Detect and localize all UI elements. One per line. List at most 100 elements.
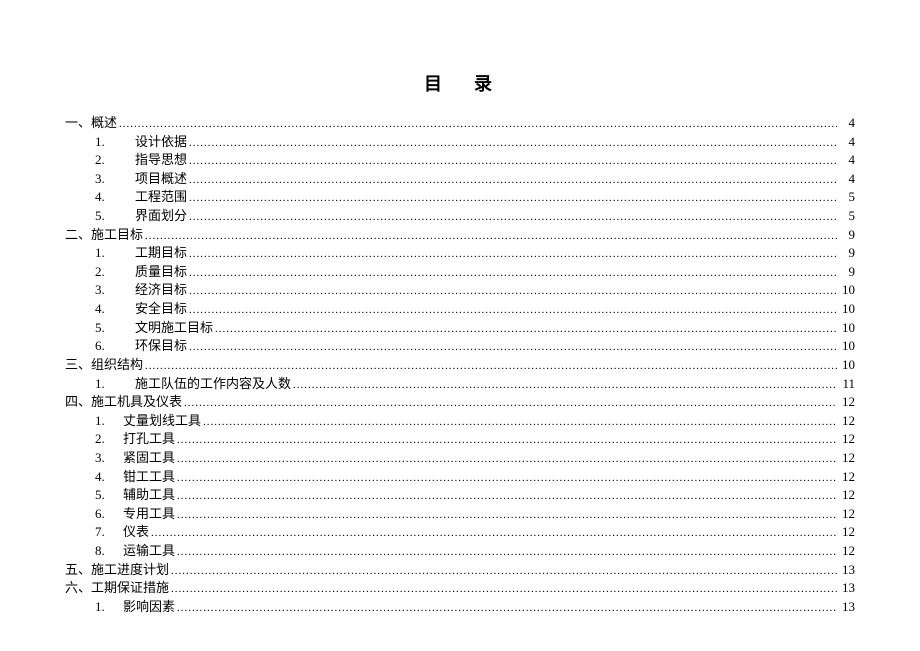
toc-marker: 1. bbox=[95, 133, 121, 151]
toc-leader-dots bbox=[187, 210, 837, 226]
toc-leader-dots bbox=[149, 526, 837, 542]
toc-page-number: 9 bbox=[837, 244, 855, 262]
toc-entry: 3.紧固工具 12 bbox=[65, 449, 855, 468]
toc-entry: 1.影响因素13 bbox=[65, 598, 855, 617]
toc-page-number: 10 bbox=[837, 337, 855, 355]
toc-marker: 一、 bbox=[65, 114, 91, 132]
toc-label: 项目概述 bbox=[121, 170, 187, 188]
toc-marker: 3. bbox=[95, 281, 121, 299]
toc-entry: 5.辅助工具 12 bbox=[65, 486, 855, 505]
toc-entry: 5.界面划分 5 bbox=[65, 207, 855, 226]
toc-entry: 3.项目概述4 bbox=[65, 170, 855, 189]
toc-marker: 8. bbox=[95, 542, 121, 560]
toc-label: 施工进度计划 bbox=[91, 561, 169, 579]
toc-leader-dots bbox=[175, 452, 837, 468]
toc-entry: 四、施工机具及仪表12 bbox=[65, 393, 855, 412]
toc-label: 打孔工具 bbox=[121, 430, 175, 448]
toc-entry: 3.经济目标 10 bbox=[65, 281, 855, 300]
toc-label: 运输工具 bbox=[121, 542, 175, 560]
toc-entry: 五、施工进度计划 13 bbox=[65, 561, 855, 580]
toc-leader-dots bbox=[187, 247, 837, 263]
toc-page-number: 9 bbox=[837, 226, 855, 244]
toc-entry: 一、概述4 bbox=[65, 114, 855, 133]
toc-page-number: 5 bbox=[837, 188, 855, 206]
toc-label: 界面划分 bbox=[121, 207, 187, 225]
toc-leader-dots bbox=[187, 303, 837, 319]
toc-label: 指导思想 bbox=[121, 151, 187, 169]
toc-marker: 3. bbox=[95, 170, 121, 188]
toc-marker: 5. bbox=[95, 486, 121, 504]
toc-label: 设计依据 bbox=[121, 133, 187, 151]
toc-page-number: 10 bbox=[837, 300, 855, 318]
toc-leader-dots bbox=[213, 322, 837, 338]
toc-leader-dots bbox=[143, 359, 837, 375]
toc-page-number: 10 bbox=[837, 281, 855, 299]
toc-marker: 2. bbox=[95, 263, 121, 281]
toc-label: 影响因素 bbox=[121, 598, 175, 616]
toc-label: 紧固工具 bbox=[121, 449, 175, 467]
toc-page-number: 4 bbox=[837, 151, 855, 169]
toc-marker: 四、 bbox=[65, 393, 91, 411]
toc-leader-dots bbox=[187, 284, 837, 300]
toc-label: 辅助工具 bbox=[121, 486, 175, 504]
toc-entry: 4.工程范围5 bbox=[65, 188, 855, 207]
toc-label: 组织结构 bbox=[91, 356, 143, 374]
toc-label: 质量目标 bbox=[121, 263, 187, 281]
toc-marker: 7. bbox=[95, 523, 121, 541]
toc-label: 钳工工具 bbox=[121, 468, 175, 486]
toc-marker: 4. bbox=[95, 468, 121, 486]
toc-page-number: 11 bbox=[837, 375, 855, 393]
toc-marker: 2. bbox=[95, 430, 121, 448]
toc-label: 工期目标 bbox=[121, 244, 187, 262]
toc-leader-dots bbox=[201, 415, 837, 431]
toc-page-number: 12 bbox=[837, 486, 855, 504]
toc-leader-dots bbox=[187, 154, 837, 170]
toc-entry: 7.仪表12 bbox=[65, 523, 855, 542]
toc-page-number: 12 bbox=[837, 523, 855, 541]
toc-leader-dots bbox=[169, 582, 837, 598]
toc-marker: 1. bbox=[95, 412, 121, 430]
title-char-2: 录 bbox=[474, 74, 496, 94]
toc-page-number: 9 bbox=[837, 263, 855, 281]
toc-container: 一、概述41.设计依据42.指导思想43.项目概述44.工程范围55.界面划分5… bbox=[65, 114, 855, 616]
toc-leader-dots bbox=[291, 378, 837, 394]
toc-label: 工期保证措施 bbox=[91, 579, 169, 597]
toc-page-number: 13 bbox=[837, 561, 855, 579]
toc-entry: 4.钳工工具 12 bbox=[65, 468, 855, 487]
toc-leader-dots bbox=[175, 601, 837, 617]
toc-entry: 1.施工队伍的工作内容及人数11 bbox=[65, 375, 855, 394]
toc-entry: 2.指导思想4 bbox=[65, 151, 855, 170]
toc-page-number: 10 bbox=[837, 319, 855, 337]
toc-leader-dots bbox=[175, 433, 837, 449]
toc-entry: 5.文明施工目标10 bbox=[65, 319, 855, 338]
toc-marker: 6. bbox=[95, 505, 121, 523]
toc-page-number: 12 bbox=[837, 542, 855, 560]
toc-leader-dots bbox=[175, 489, 837, 505]
toc-marker: 1. bbox=[95, 598, 121, 616]
toc-leader-dots bbox=[187, 191, 837, 207]
toc-page-number: 12 bbox=[837, 430, 855, 448]
toc-entry: 2.打孔工具 12 bbox=[65, 430, 855, 449]
toc-marker: 5. bbox=[95, 207, 121, 225]
toc-leader-dots bbox=[169, 564, 837, 580]
toc-marker: 5. bbox=[95, 319, 121, 337]
toc-marker: 五、 bbox=[65, 561, 91, 579]
toc-title: 目录 bbox=[65, 70, 855, 96]
toc-leader-dots bbox=[175, 508, 837, 524]
toc-page-number: 5 bbox=[837, 207, 855, 225]
toc-page-number: 12 bbox=[837, 449, 855, 467]
document-page: 目录 一、概述41.设计依据42.指导思想43.项目概述44.工程范围55.界面… bbox=[0, 0, 920, 651]
toc-label: 施工目标 bbox=[91, 226, 143, 244]
toc-entry: 六、工期保证措施13 bbox=[65, 579, 855, 598]
toc-marker: 三、 bbox=[65, 356, 91, 374]
toc-page-number: 4 bbox=[837, 133, 855, 151]
toc-marker: 4. bbox=[95, 188, 121, 206]
toc-marker: 3. bbox=[95, 449, 121, 467]
toc-page-number: 12 bbox=[837, 412, 855, 430]
toc-label: 经济目标 bbox=[121, 281, 187, 299]
toc-leader-dots bbox=[187, 173, 837, 189]
toc-marker: 4. bbox=[95, 300, 121, 318]
toc-page-number: 12 bbox=[837, 468, 855, 486]
toc-label: 施工机具及仪表 bbox=[91, 393, 182, 411]
toc-entry: 6.专用工具12 bbox=[65, 505, 855, 524]
